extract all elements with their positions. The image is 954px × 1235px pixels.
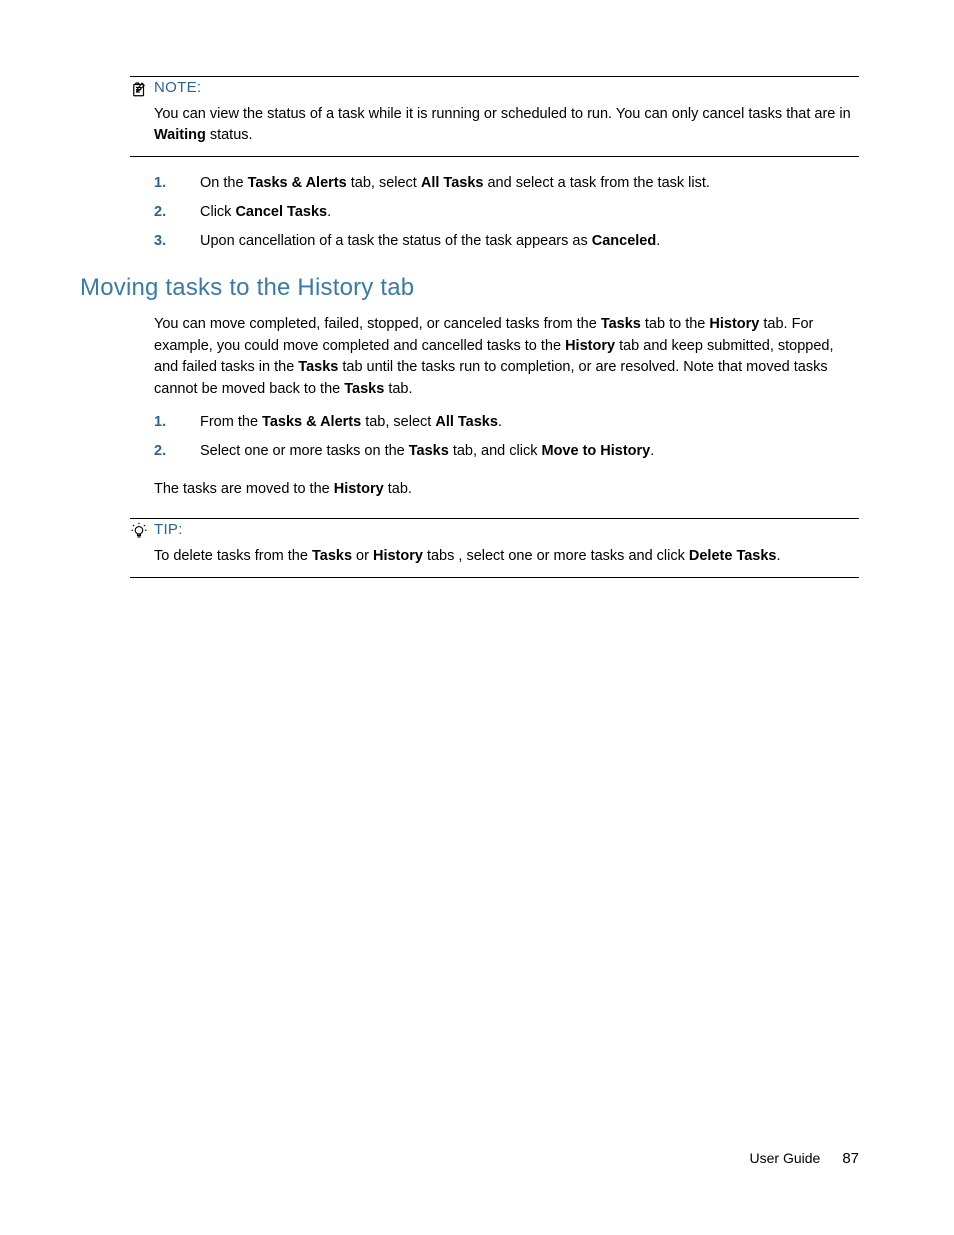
step-number: 2.: [154, 202, 166, 224]
note-callout: NOTE: You can view the status of a task …: [130, 76, 859, 157]
result-paragraph: The tasks are moved to the History tab.: [80, 479, 859, 500]
step-number: 3.: [154, 231, 166, 253]
tip-icon: [130, 522, 148, 540]
note-icon: [130, 80, 148, 98]
section-heading-moving-tasks: Moving tasks to the History tab: [80, 274, 859, 302]
intro-paragraph: You can move completed, failed, stopped,…: [80, 314, 859, 400]
cancel-steps-list: 1.On the Tasks & Alerts tab, select All …: [80, 173, 859, 252]
step-number: 1.: [154, 412, 166, 434]
note-body: You can view the status of a task while …: [130, 98, 859, 157]
tip-label: TIP:: [154, 521, 183, 538]
move-steps-list: 1.From the Tasks & Alerts tab, select Al…: [80, 412, 859, 463]
list-item: 1.On the Tasks & Alerts tab, select All …: [80, 173, 859, 195]
tip-body: To delete tasks from the Tasks or Histor…: [130, 540, 859, 578]
list-item: 2.Click Cancel Tasks.: [80, 202, 859, 224]
step-number: 1.: [154, 173, 166, 195]
page-footer: User Guide 87: [750, 1150, 860, 1167]
note-label: NOTE:: [154, 79, 201, 96]
list-item: 2.Select one or more tasks on the Tasks …: [80, 441, 859, 463]
tip-callout: TIP: To delete tasks from the Tasks or H…: [130, 518, 859, 578]
list-item: 1.From the Tasks & Alerts tab, select Al…: [80, 412, 859, 434]
step-number: 2.: [154, 441, 166, 463]
page-number: 87: [842, 1150, 859, 1167]
footer-label: User Guide: [750, 1150, 821, 1166]
list-item: 3.Upon cancellation of a task the status…: [80, 231, 859, 253]
